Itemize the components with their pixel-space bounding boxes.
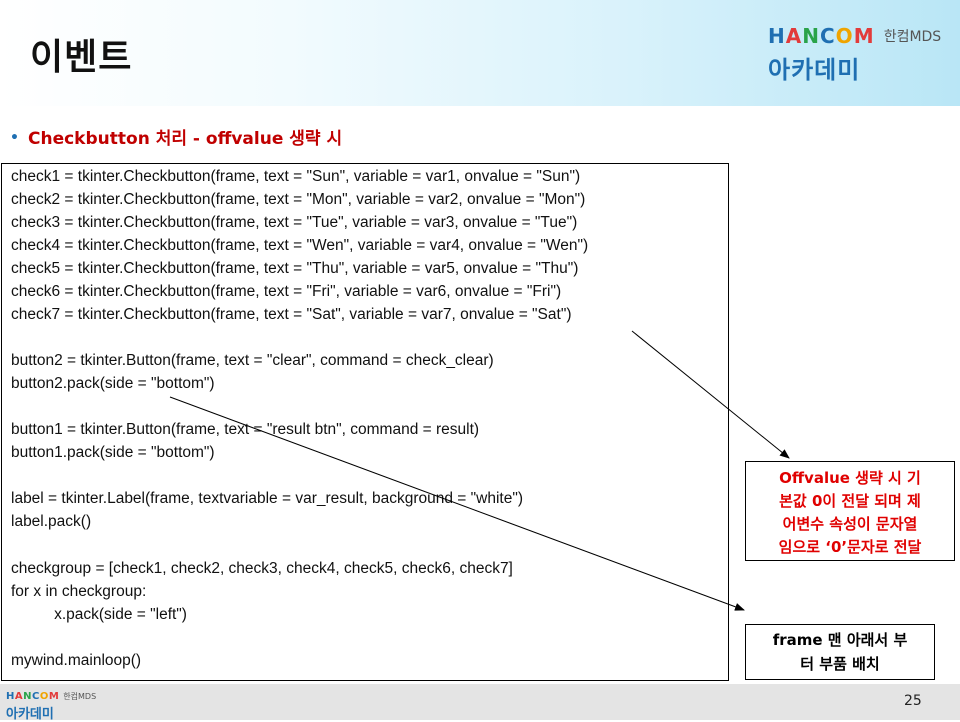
footer-logo-academy: 아카데미 xyxy=(6,707,54,722)
footer-logo-hancom: HANCOM xyxy=(6,691,60,702)
logo-academy-text: 아카데미 xyxy=(768,56,861,84)
code-line: check4 = tkinter.Checkbutton(frame, text… xyxy=(11,237,589,254)
code-line: button2.pack(side = "bottom") xyxy=(11,375,215,392)
page-number: 25 xyxy=(904,693,922,709)
bullet-heading: • Checkbutton 처리 - offvalue 생략 시 xyxy=(10,124,342,149)
bullet-text: Checkbutton 처리 - offvalue 생략 시 xyxy=(28,129,343,149)
callout-line: 어변수 속성이 문자열 xyxy=(782,515,918,533)
logo-hancom-text: HANCOM xyxy=(768,24,875,48)
footer-logo: HANCOM 한컴MDS 아카데미 xyxy=(6,684,96,722)
code-line: button1.pack(side = "bottom") xyxy=(11,444,215,461)
code-line: check7 = tkinter.Checkbutton(frame, text… xyxy=(11,306,572,323)
bullet-marker: • xyxy=(10,130,19,146)
code-line: check1 = tkinter.Checkbutton(frame, text… xyxy=(11,168,581,185)
callout-line: 임으로 ‘0’문자로 전달 xyxy=(778,538,922,556)
code-block: check1 = tkinter.Checkbutton(frame, text… xyxy=(1,163,729,681)
callout-line: frame 맨 아래서 부 xyxy=(772,631,908,649)
code-line: check2 = tkinter.Checkbutton(frame, text… xyxy=(11,191,586,208)
code-line: button2 = tkinter.Button(frame, text = "… xyxy=(11,352,494,369)
code-line: mywind.mainloop() xyxy=(11,652,142,669)
footer-bar: HANCOM 한컴MDS 아카데미 xyxy=(0,684,960,722)
code-line: check5 = tkinter.Checkbutton(frame, text… xyxy=(11,260,579,277)
code-line: label.pack() xyxy=(11,513,92,530)
callout-line: 본값 0이 전달 되며 제 xyxy=(779,492,921,510)
code-line: checkgroup = [check1, check2, check3, ch… xyxy=(11,560,513,577)
code-line: button1 = tkinter.Button(frame, text = "… xyxy=(11,421,480,438)
frame-callout: frame 맨 아래서 부 터 부품 배치 xyxy=(745,624,935,680)
callout-line: 터 부품 배치 xyxy=(800,655,880,673)
code-line: x.pack(side = "left") xyxy=(11,606,187,623)
code-line: check3 = tkinter.Checkbutton(frame, text… xyxy=(11,214,578,231)
code-line: for x in checkgroup: xyxy=(11,583,147,600)
code-line: label = tkinter.Label(frame, textvariabl… xyxy=(11,490,524,507)
code-line: check6 = tkinter.Checkbutton(frame, text… xyxy=(11,283,562,300)
callout-line: Offvalue 생략 시 기 xyxy=(779,469,921,487)
hancom-academy-logo: HANCOM 한컴MDS 아카데미 xyxy=(768,24,941,85)
offvalue-callout: Offvalue 생략 시 기 본값 0이 전달 되며 제 어변수 속성이 문자… xyxy=(745,461,955,561)
footer-logo-mds: 한컴MDS xyxy=(63,692,97,701)
page-title: 이벤트 xyxy=(30,37,133,78)
logo-mds-text: 한컴MDS xyxy=(883,29,942,45)
